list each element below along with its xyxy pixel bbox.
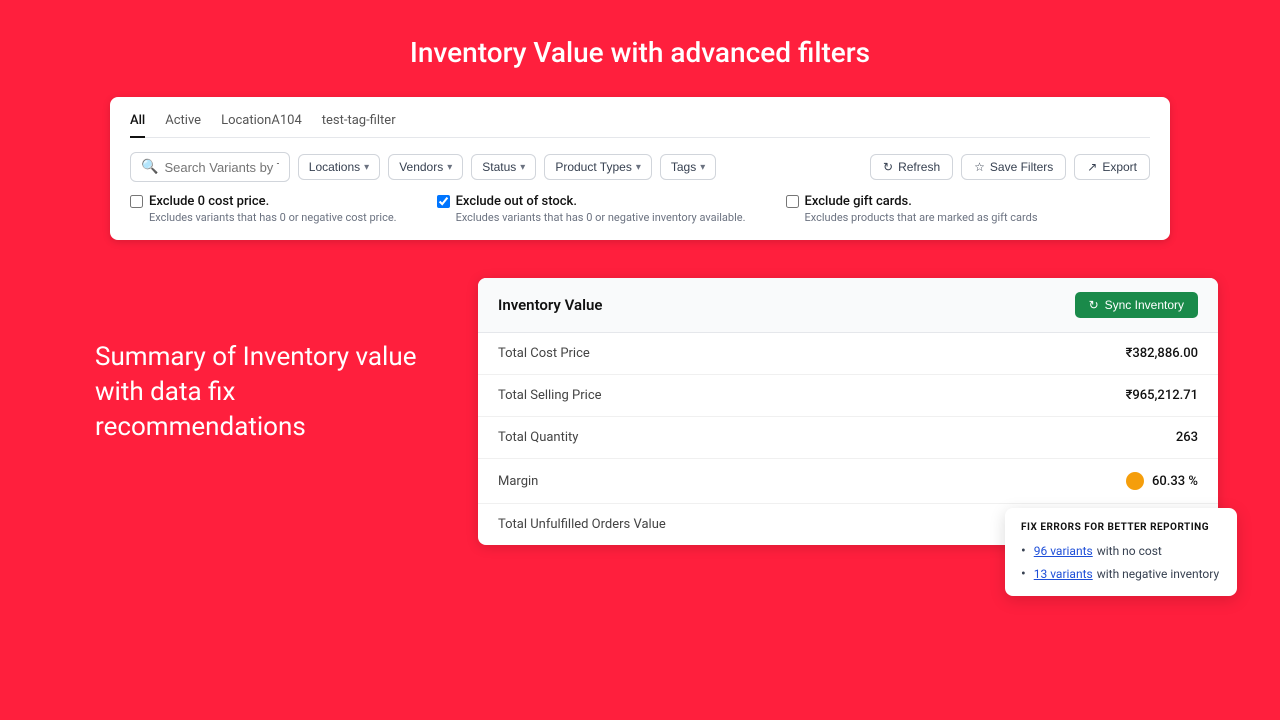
exclude-gift-cards-checkbox[interactable]: [786, 195, 799, 208]
total-unfulfilled-label: Total Unfulfilled Orders Value: [498, 517, 666, 532]
locations-filter-button[interactable]: Locations ▾: [298, 154, 380, 180]
vendors-label: Vendors: [399, 160, 443, 174]
checkboxes-row: Exclude 0 cost price. Excludes variants …: [130, 194, 1150, 224]
total-cost-price-row: Total Cost Price ₹382,886.00: [478, 333, 1218, 375]
exclude-gift-cards-label: Exclude gift cards.: [805, 194, 912, 209]
exclude-gift-cards-desc: Excludes products that are marked as gif…: [786, 211, 1038, 224]
exclude-zero-cost-checkbox[interactable]: [130, 195, 143, 208]
tags-label: Tags: [671, 160, 696, 174]
total-selling-price-value: ₹965,212.71: [1126, 388, 1198, 403]
exclude-out-of-stock-desc: Excludes variants that has 0 or negative…: [437, 211, 746, 224]
search-input[interactable]: [164, 160, 278, 175]
margin-dot-icon: [1126, 472, 1144, 490]
tab-test-tag[interactable]: test-tag-filter: [322, 113, 396, 138]
exclude-zero-cost-desc: Excludes variants that has 0 or negative…: [130, 211, 397, 224]
total-quantity-row: Total Quantity 263: [478, 417, 1218, 459]
tab-active[interactable]: Active: [165, 113, 201, 138]
chevron-down-icon: ▾: [636, 162, 641, 173]
locations-label: Locations: [309, 160, 360, 174]
status-filter-button[interactable]: Status ▾: [471, 154, 536, 180]
fix-item-negative-inventory: 13 variants with negative inventory: [1021, 566, 1221, 582]
refresh-button[interactable]: ↻ Refresh: [870, 154, 953, 180]
product-types-label: Product Types: [555, 160, 632, 174]
negative-inventory-suffix: with negative inventory: [1097, 567, 1219, 581]
fix-item-no-cost: 96 variants with no cost: [1021, 543, 1221, 559]
fix-errors-title: FIX ERRORS FOR BETTER REPORTING: [1021, 522, 1221, 533]
inventory-panel: Inventory Value ↻ Sync Inventory Total C…: [478, 278, 1218, 545]
filter-panel: All Active LocationA104 test-tag-filter …: [110, 97, 1170, 240]
margin-value: 60.33 %: [1152, 474, 1198, 489]
chevron-down-icon: ▾: [447, 162, 452, 173]
tab-all[interactable]: All: [130, 113, 145, 138]
exclude-out-of-stock-label: Exclude out of stock.: [456, 194, 577, 209]
search-box[interactable]: 🔍: [130, 152, 290, 182]
total-selling-price-label: Total Selling Price: [498, 388, 602, 403]
save-filters-button[interactable]: ☆ Save Filters: [961, 154, 1066, 180]
refresh-label: Refresh: [898, 160, 940, 174]
save-filters-label: Save Filters: [990, 160, 1053, 174]
sync-label: Sync Inventory: [1105, 298, 1184, 312]
no-cost-suffix: with no cost: [1097, 544, 1162, 558]
total-quantity-label: Total Quantity: [498, 430, 578, 445]
summary-text: Summary of Inventory value with data fix…: [95, 340, 425, 445]
sync-icon: ↻: [1089, 298, 1099, 312]
chevron-down-icon: ▾: [520, 162, 525, 173]
product-types-filter-button[interactable]: Product Types ▾: [544, 154, 652, 180]
total-cost-price-value: ₹382,886.00: [1126, 346, 1198, 361]
inventory-title: Inventory Value: [498, 296, 602, 314]
exclude-gift-cards-item: Exclude gift cards. Excludes products th…: [786, 194, 1038, 224]
export-icon: ↗: [1087, 160, 1097, 174]
no-cost-variants-link[interactable]: 96 variants: [1034, 544, 1093, 558]
chevron-down-icon: ▾: [364, 162, 369, 173]
inventory-header: Inventory Value ↻ Sync Inventory: [478, 278, 1218, 333]
status-label: Status: [482, 160, 516, 174]
tab-location[interactable]: LocationA104: [221, 113, 302, 138]
sync-inventory-button[interactable]: ↻ Sync Inventory: [1075, 292, 1198, 318]
total-selling-price-row: Total Selling Price ₹965,212.71: [478, 375, 1218, 417]
total-quantity-value: 263: [1176, 430, 1198, 445]
chevron-down-icon: ▾: [700, 162, 705, 173]
search-icon: 🔍: [141, 159, 158, 175]
filter-row: 🔍 Locations ▾ Vendors ▾ Status ▾ Product…: [130, 152, 1150, 182]
margin-label: Margin: [498, 474, 538, 489]
star-icon: ☆: [974, 160, 985, 174]
vendors-filter-button[interactable]: Vendors ▾: [388, 154, 463, 180]
page-title: Inventory Value with advanced filters: [0, 0, 1280, 97]
refresh-icon: ↻: [883, 160, 893, 174]
exclude-out-of-stock-checkbox[interactable]: [437, 195, 450, 208]
negative-inventory-variants-link[interactable]: 13 variants: [1034, 567, 1093, 581]
filter-tabs: All Active LocationA104 test-tag-filter: [130, 113, 1150, 138]
export-button[interactable]: ↗ Export: [1074, 154, 1150, 180]
exclude-out-of-stock-item: Exclude out of stock. Excludes variants …: [437, 194, 746, 224]
export-label: Export: [1102, 160, 1137, 174]
total-cost-price-label: Total Cost Price: [498, 346, 590, 361]
exclude-zero-cost-label: Exclude 0 cost price.: [149, 194, 269, 209]
exclude-zero-cost-item: Exclude 0 cost price. Excludes variants …: [130, 194, 397, 224]
margin-value-group: 60.33 %: [1126, 472, 1198, 490]
fix-errors-panel: FIX ERRORS FOR BETTER REPORTING 96 varia…: [1005, 508, 1237, 596]
tags-filter-button[interactable]: Tags ▾: [660, 154, 716, 180]
margin-row: Margin 60.33 %: [478, 459, 1218, 504]
